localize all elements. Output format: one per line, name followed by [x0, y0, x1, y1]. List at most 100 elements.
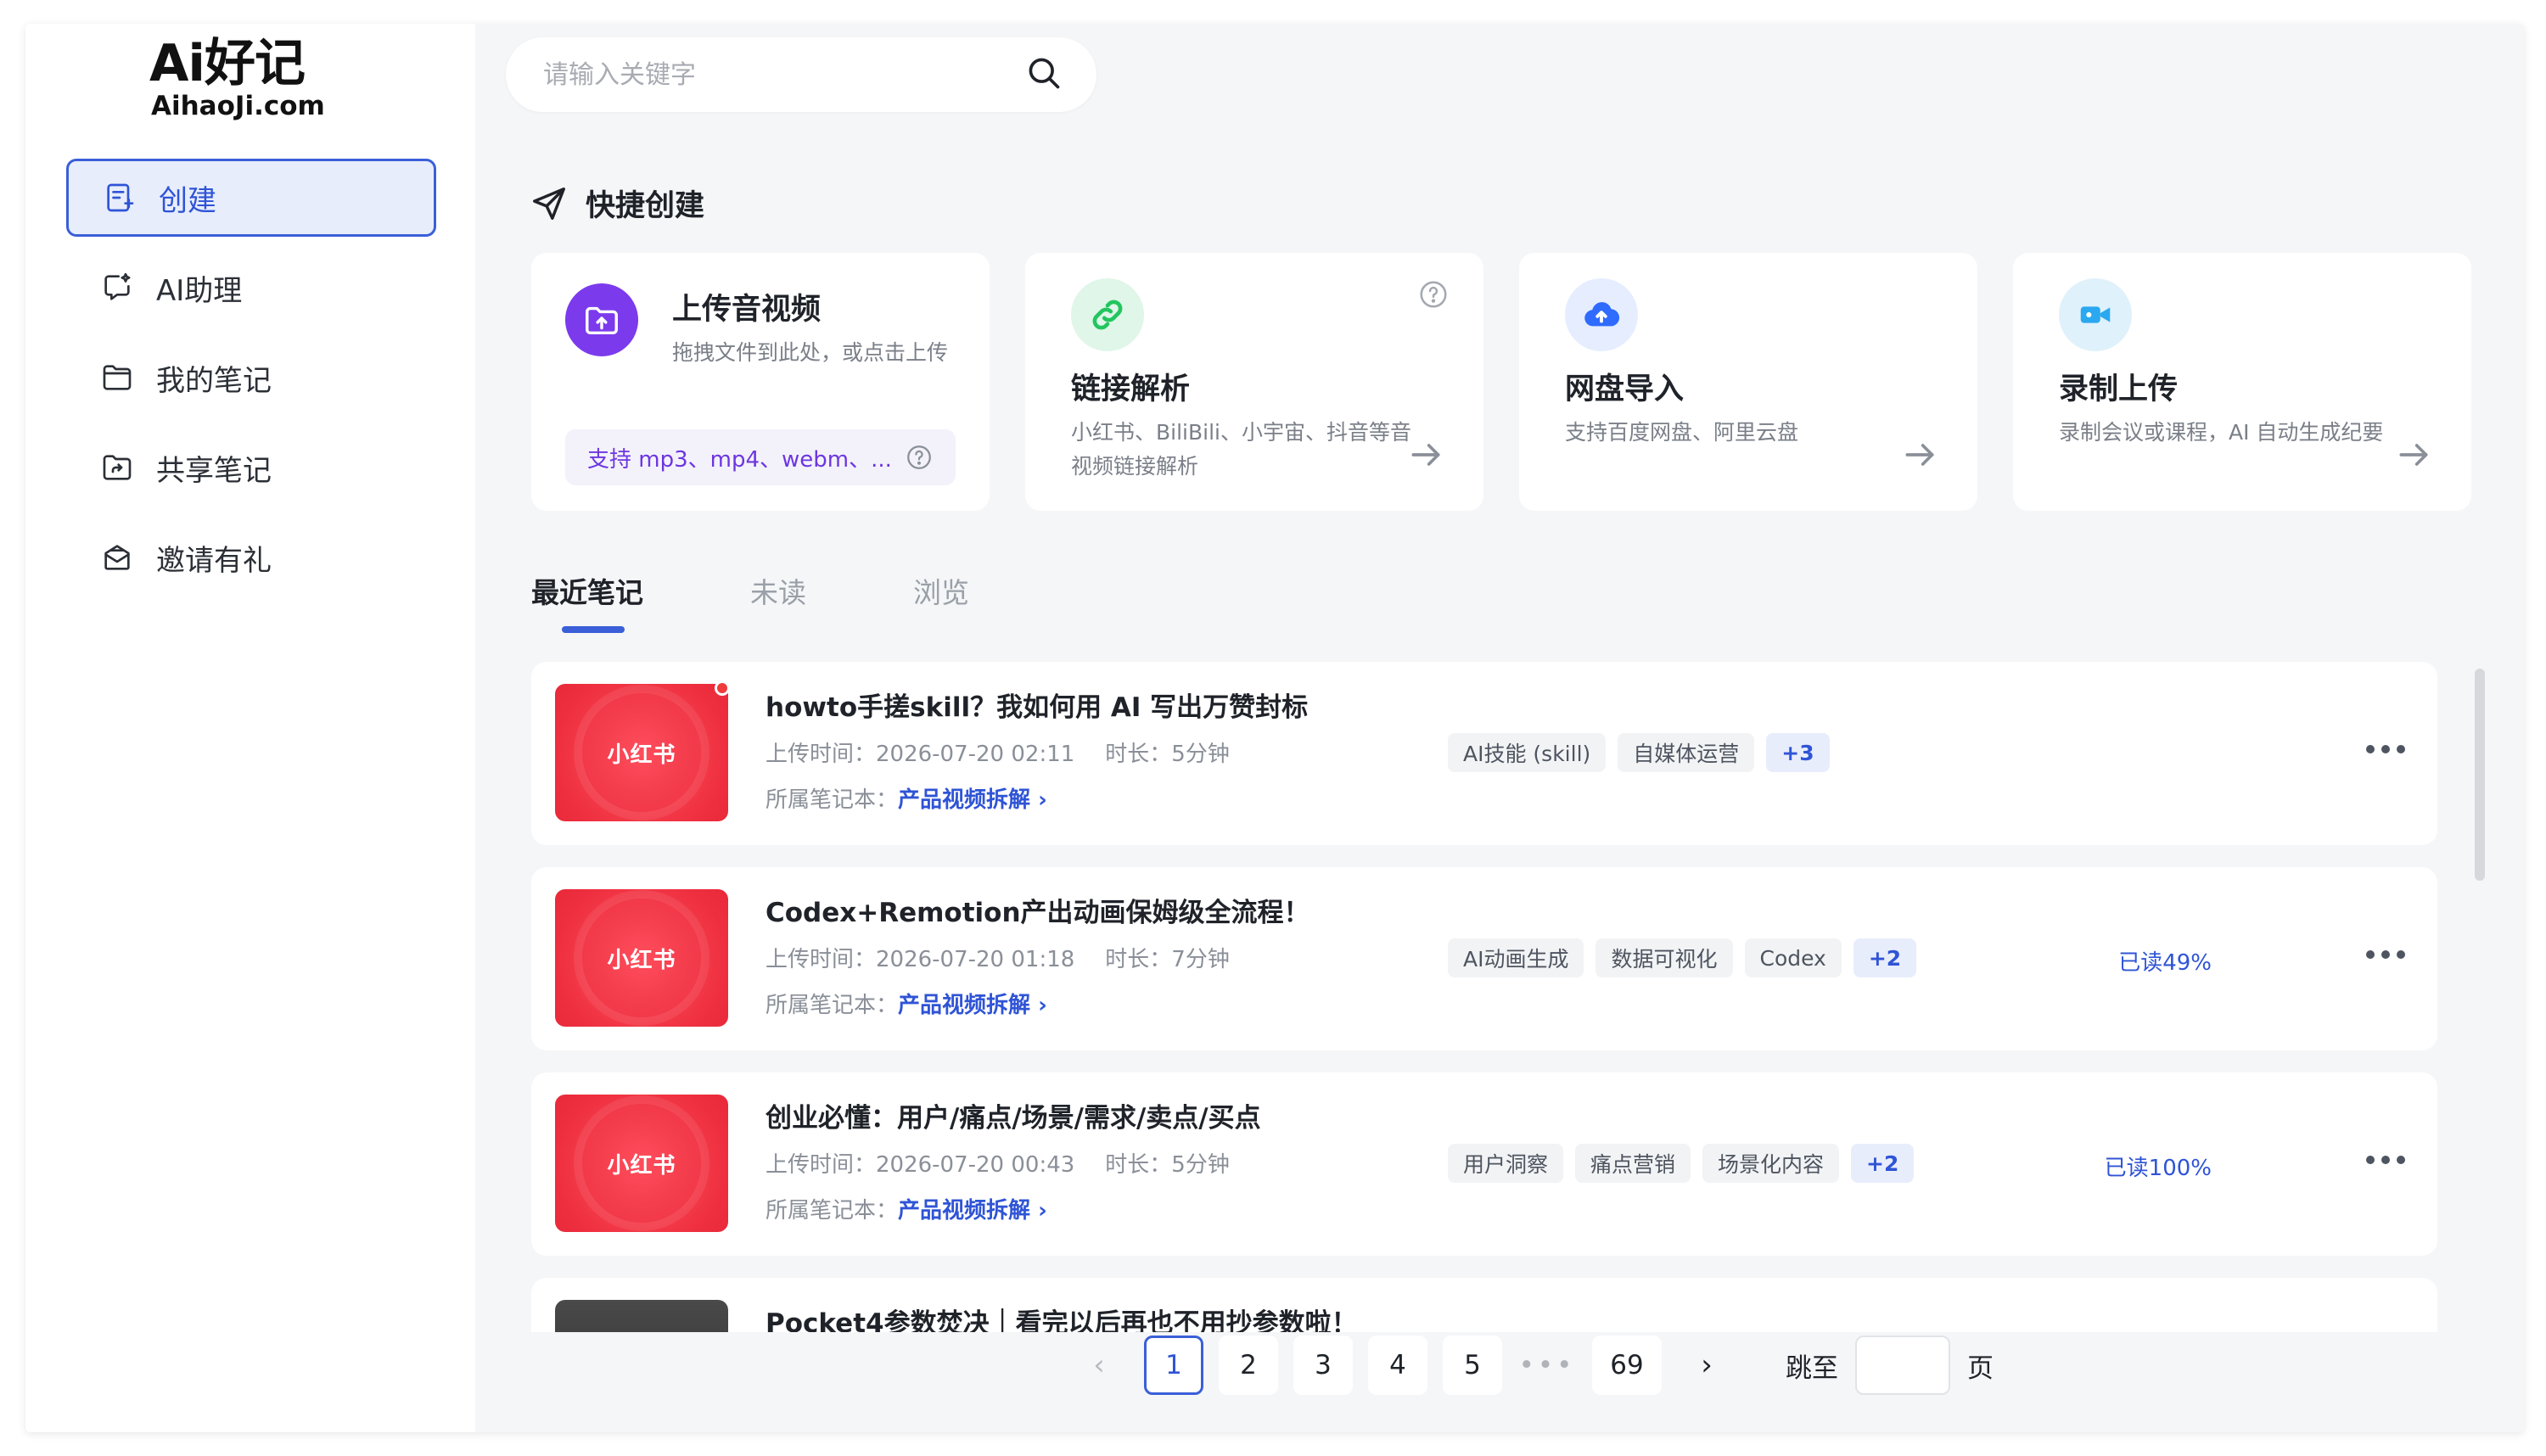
- page-button-last[interactable]: 69: [1592, 1336, 1662, 1395]
- notebook-label: 所属笔记本：: [765, 993, 899, 1018]
- note-row[interactable]: Pocket4参数焚决｜看完以后再也不用抄参数啦！: [531, 1278, 2437, 1332]
- note-notebook: 所属笔记本：产品视频拆解 ›: [765, 782, 1047, 814]
- jump-unit: 页: [1967, 1352, 1994, 1384]
- note-thumbnail: 小红书: [555, 889, 728, 1027]
- note-row[interactable]: 小红书 Codex+Remotion产出动画保姆级全流程！ 上传时间：2026-…: [531, 867, 2437, 1050]
- list-scrollbar[interactable]: [2475, 669, 2485, 881]
- folder-icon: [98, 359, 136, 396]
- notebook-link[interactable]: 产品视频拆解 ›: [898, 1198, 1047, 1224]
- quick-create-title: 快捷创建: [586, 189, 705, 223]
- note-tag[interactable]: Codex: [1744, 938, 1842, 977]
- arrow-right-icon: [1411, 444, 1440, 466]
- card-title: 上传音视频: [672, 293, 822, 327]
- prev-page-button[interactable]: ‹: [1069, 1336, 1129, 1395]
- note-tag[interactable]: 用户洞察: [1448, 1144, 1564, 1183]
- note-row[interactable]: 小红书 howto手搓skill？我如何用 AI 写出万赞封标 上传时间：202…: [531, 662, 2437, 845]
- page-jump-input[interactable]: [1855, 1336, 1950, 1395]
- read-progress: 已读49%: [2118, 950, 2212, 976]
- shared-folder-icon: [98, 449, 136, 486]
- more-tags-badge[interactable]: +2: [1851, 1144, 1915, 1183]
- sidebar: Ai好记 AihaoJi.com 创建 AI助理 我的笔记 共享笔记 邀请有礼: [25, 24, 475, 1432]
- page-button-1[interactable]: 1: [1144, 1336, 1203, 1395]
- note-title[interactable]: Pocket4参数焚决｜看完以后再也不用抄参数啦！: [765, 1302, 1358, 1332]
- card-link-parse[interactable]: 链接解析 小红书、BiliBili、小宇宙、抖音等音视频链接解析: [1025, 253, 1483, 511]
- note-title[interactable]: Codex+Remotion产出动画保姆级全流程！: [765, 891, 1310, 929]
- sidebar-item-ai-assistant[interactable]: AI助理: [66, 249, 436, 327]
- search-input[interactable]: [543, 59, 1025, 90]
- note-title[interactable]: 创业必懂：用户/痛点/场景/需求/卖点/买点: [765, 1096, 1261, 1134]
- sidebar-item-label: 创建: [159, 183, 216, 218]
- card-title: 网盘导入: [1565, 372, 1685, 406]
- note-thumbnail: [555, 1300, 728, 1332]
- more-options-icon[interactable]: [2359, 950, 2405, 959]
- card-record-upload[interactable]: 录制上传 录制会议或课程，AI 自动生成纪要: [2013, 253, 2471, 511]
- more-options-icon[interactable]: [2359, 745, 2405, 753]
- card-upload-media[interactable]: 上传音视频 拖拽文件到此处，或点击上传 支持 mp3、mp4、webm、...: [531, 253, 990, 511]
- card-description: 支持百度网盘、阿里云盘: [1565, 420, 1799, 445]
- tab-recent-notes[interactable]: 最近笔记: [531, 570, 643, 633]
- sidebar-item-invite[interactable]: 邀请有礼: [66, 518, 436, 596]
- upload-time: 上传时间：2026-07-20 01:18: [765, 947, 1075, 972]
- note-title[interactable]: howto手搓skill？我如何用 AI 写出万赞封标: [765, 686, 1308, 724]
- note-tag[interactable]: 自媒体运营: [1618, 733, 1755, 772]
- note-tags: 用户洞察 痛点营销 场景化内容 +2: [1448, 1144, 1926, 1183]
- tab-unread[interactable]: 未读: [750, 570, 806, 621]
- unread-dot: [715, 680, 730, 696]
- search-bar: [506, 37, 1096, 112]
- more-tags-badge[interactable]: +3: [1766, 733, 1830, 772]
- page-button-3[interactable]: 3: [1293, 1336, 1353, 1395]
- sidebar-item-label: 我的笔记: [156, 363, 272, 398]
- supported-formats-badge: 支持 mp3、mp4、webm、...: [565, 429, 956, 485]
- logo-domain: AihaoJi.com: [151, 91, 325, 121]
- note-row[interactable]: 小红书 创业必懂：用户/痛点/场景/需求/卖点/买点 上传时间：2026-07-…: [531, 1072, 2437, 1256]
- card-cloud-import[interactable]: 网盘导入 支持百度网盘、阿里云盘: [1519, 253, 1977, 511]
- sidebar-item-my-notes[interactable]: 我的笔记: [66, 339, 436, 417]
- quick-create-cards: 上传音视频 拖拽文件到此处，或点击上传 支持 mp3、mp4、webm、...: [531, 253, 2492, 511]
- jump-label: 跳至: [1786, 1352, 1838, 1384]
- notebook-label: 所属笔记本：: [765, 787, 899, 813]
- help-icon: [1420, 281, 1447, 308]
- notebook-link[interactable]: 产品视频拆解 ›: [898, 787, 1047, 813]
- more-options-icon[interactable]: [2359, 1156, 2405, 1164]
- card-description: 录制会议或课程，AI 自动生成纪要: [2059, 420, 2384, 445]
- gift-mail-icon: [98, 539, 136, 576]
- duration: 时长：7分钟: [1105, 947, 1230, 972]
- sidebar-item-create[interactable]: 创建: [66, 159, 436, 237]
- notebook-link[interactable]: 产品视频拆解 ›: [898, 993, 1047, 1018]
- page-button-2[interactable]: 2: [1219, 1336, 1278, 1395]
- read-progress: 已读100%: [2104, 1156, 2212, 1181]
- duration: 时长：5分钟: [1105, 1152, 1230, 1178]
- card-description: 小红书、BiliBili、小宇宙、抖音等音视频链接解析: [1071, 420, 1411, 479]
- note-notebook: 所属笔记本：产品视频拆解 ›: [765, 1193, 1047, 1224]
- brand-logo[interactable]: Ai好记 AihaoJi.com: [149, 36, 353, 129]
- pagination: ‹ 1 2 3 4 5 ••• 69 › 跳至 页: [1069, 1334, 1994, 1397]
- page-button-5[interactable]: 5: [1443, 1336, 1502, 1395]
- note-thumbnail: 小红书: [555, 1095, 728, 1232]
- app-window: Ai好记 AihaoJi.com 创建 AI助理 我的笔记 共享笔记 邀请有礼 …: [25, 24, 2524, 1432]
- more-tags-badge[interactable]: +2: [1853, 938, 1917, 977]
- page-ellipsis[interactable]: •••: [1517, 1336, 1577, 1395]
- note-tag[interactable]: 场景化内容: [1702, 1144, 1840, 1183]
- page-jump: 跳至 页: [1786, 1336, 1994, 1395]
- tab-browsed[interactable]: 浏览: [913, 570, 969, 621]
- next-page-button[interactable]: ›: [1677, 1336, 1736, 1395]
- thumbnail-label: 小红书: [607, 742, 676, 768]
- note-tag[interactable]: AI技能 (skill): [1448, 733, 1607, 772]
- thumbnail-label: 小红书: [607, 947, 676, 973]
- note-tag[interactable]: 痛点营销: [1575, 1144, 1691, 1183]
- help-icon: [907, 445, 931, 469]
- page-button-4[interactable]: 4: [1368, 1336, 1427, 1395]
- note-tag[interactable]: AI动画生成: [1448, 938, 1584, 977]
- main-content: 快捷创建 上传音视频 拖拽文件到此处，或点击上传 支持 mp3、mp4、webm…: [475, 24, 2524, 1432]
- note-tags: AI动画生成 数据可视化 Codex +2: [1448, 938, 1928, 977]
- arrow-right-icon: [1905, 444, 1934, 466]
- sidebar-item-label: AI助理: [156, 273, 243, 308]
- search-icon[interactable]: [1025, 54, 1063, 95]
- sidebar-nav: 创建 AI助理 我的笔记 共享笔记 邀请有礼: [66, 159, 475, 608]
- upload-folder-icon: [565, 283, 638, 356]
- note-meta: 上传时间：2026-07-20 00:43 时长：5分钟: [765, 1147, 1230, 1179]
- logo-title: Ai好记: [149, 34, 306, 93]
- note-tag[interactable]: 数据可视化: [1595, 938, 1733, 977]
- supported-formats-text: 支持 mp3、mp4、webm、...: [587, 446, 892, 473]
- sidebar-item-shared-notes[interactable]: 共享笔记: [66, 428, 436, 507]
